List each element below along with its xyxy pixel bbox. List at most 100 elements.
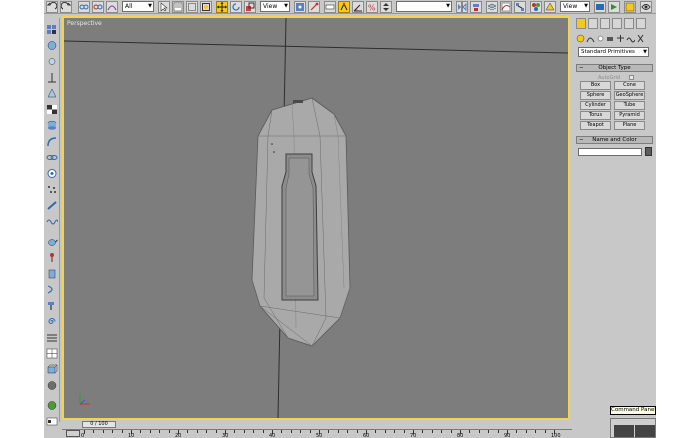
manipulate-icon[interactable]	[308, 1, 320, 13]
geosphere-button[interactable]: GeoSphere	[614, 91, 645, 100]
scale-icon[interactable]	[244, 1, 256, 13]
align-icon[interactable]	[470, 1, 482, 13]
display-tab-icon[interactable]	[624, 18, 634, 29]
render-production-icon[interactable]	[624, 1, 636, 13]
shapes-category-icon[interactable]	[586, 34, 595, 43]
pivot-icon[interactable]	[294, 1, 306, 13]
object-type-rollout-header[interactable]: − Object Type	[576, 64, 653, 72]
sphere-button[interactable]: Sphere	[580, 91, 611, 100]
geometry-category-icon[interactable]	[576, 34, 585, 43]
name-and-color-rollout-header[interactable]: − Name and Color	[576, 136, 653, 144]
create-geometry-icon[interactable]	[46, 24, 58, 35]
perspective-viewport[interactable]: Perspective	[62, 16, 570, 420]
systems-category-icon[interactable]	[636, 34, 645, 43]
reference-coord-dropdown[interactable]: View ▼	[260, 1, 290, 12]
window-crossing-icon[interactable]	[200, 1, 212, 13]
render-frame-icon[interactable]	[594, 1, 606, 13]
checker-icon[interactable]	[46, 104, 58, 115]
plane-button[interactable]: Plane	[614, 121, 645, 130]
link-chain-icon[interactable]	[46, 152, 58, 163]
named-selection-dropdown[interactable]: ▼	[396, 1, 452, 12]
mirror-icon[interactable]	[456, 1, 468, 13]
select-by-name-icon[interactable]	[172, 1, 184, 13]
cone-button[interactable]: Cone	[614, 81, 645, 90]
hierarchy-tab-icon[interactable]	[600, 18, 610, 29]
render-setup-icon[interactable]	[544, 1, 556, 13]
keyboard-shortcut-icon[interactable]	[324, 1, 336, 13]
torus-button[interactable]: Torus	[580, 111, 611, 120]
quick-render-icon[interactable]	[608, 1, 620, 13]
timeline-tick	[488, 430, 490, 433]
object-color-swatch[interactable]	[645, 147, 652, 156]
pyramid-button[interactable]: Pyramid	[614, 111, 645, 120]
time-slider[interactable]: 0 / 100	[82, 421, 116, 428]
unlink-icon[interactable]	[92, 1, 104, 13]
teapot-button[interactable]: Teapot	[580, 121, 611, 130]
motion-tab-icon[interactable]	[612, 18, 622, 29]
material-ball-icon[interactable]	[46, 380, 58, 391]
timeline-handle[interactable]	[66, 430, 80, 437]
redo-icon[interactable]	[60, 1, 72, 13]
timeline-tick	[516, 430, 518, 433]
active-shade-icon[interactable]	[640, 1, 652, 13]
primitive-category-dropdown[interactable]: Standard Primitives ▼	[578, 47, 649, 57]
angle-snap-icon[interactable]	[352, 1, 364, 13]
select-object-icon[interactable]	[158, 1, 170, 13]
spinner-snap-icon[interactable]	[380, 1, 392, 13]
tube-button[interactable]: Tube	[614, 101, 645, 110]
cylinder-stack-icon[interactable]	[46, 120, 58, 131]
cylinder-button[interactable]: Cylinder	[580, 101, 611, 110]
sphere-gizmo-icon[interactable]	[46, 168, 58, 179]
link-icon[interactable]	[78, 1, 90, 13]
space-warps-category-icon[interactable]	[626, 34, 635, 43]
pin-icon[interactable]	[46, 252, 58, 263]
undo-icon[interactable]	[46, 1, 58, 13]
timeline-tick	[309, 430, 311, 433]
twist-icon[interactable]	[46, 284, 58, 295]
box-icon[interactable]	[46, 364, 58, 375]
helper-icon[interactable]	[46, 72, 58, 83]
timeline-ruler[interactable]: 0 10 20 30 40 50 60 70 80 90 100	[62, 429, 572, 438]
box-button[interactable]: Box	[580, 81, 611, 90]
cylinder-icon[interactable]	[46, 268, 58, 279]
schematic-view-icon[interactable]	[514, 1, 526, 13]
mold-top-slot	[293, 100, 303, 103]
sphere-shape-icon[interactable]	[46, 40, 58, 51]
percent-snap-icon[interactable]: %	[366, 1, 378, 13]
teapot-icon[interactable]	[46, 236, 58, 247]
selection-filter-dropdown[interactable]: All ▼	[122, 1, 154, 12]
grid-icon[interactable]	[46, 348, 58, 359]
bend-icon[interactable]	[46, 136, 58, 147]
status-button-right[interactable]	[635, 425, 655, 437]
wave-icon[interactable]	[46, 216, 58, 227]
lines-icon[interactable]	[46, 332, 58, 343]
tag-icon[interactable]	[46, 416, 58, 427]
globe-icon[interactable]	[46, 400, 58, 411]
modify-tab-icon[interactable]	[588, 18, 598, 29]
object-name-input[interactable]	[578, 148, 642, 156]
light-icon[interactable]	[46, 56, 58, 67]
autogrid-checkbox[interactable]	[629, 75, 634, 80]
timeline-tick-label: 60	[363, 433, 370, 438]
bind-space-warp-icon[interactable]	[106, 1, 118, 13]
spiral-icon[interactable]	[46, 316, 58, 327]
helpers-category-icon[interactable]	[616, 34, 625, 43]
material-editor-icon[interactable]	[530, 1, 542, 13]
status-button-left[interactable]	[614, 425, 634, 437]
move-icon[interactable]	[216, 1, 228, 13]
space-warp-icon[interactable]	[46, 88, 58, 99]
create-tab-icon[interactable]	[576, 18, 586, 29]
cameras-category-icon[interactable]	[606, 34, 615, 43]
rect-region-icon[interactable]	[186, 1, 198, 13]
rotate-icon[interactable]	[230, 1, 242, 13]
curve-editor-icon[interactable]	[500, 1, 512, 13]
lights-category-icon[interactable]	[596, 34, 605, 43]
utilities-tab-icon[interactable]	[636, 18, 646, 29]
particle-icon[interactable]	[46, 184, 58, 195]
hammer-icon[interactable]	[46, 300, 58, 311]
render-view-dropdown[interactable]: View ▼	[560, 1, 590, 12]
bone-icon[interactable]	[46, 200, 58, 211]
collapse-icon: −	[579, 65, 584, 71]
layer-manager-icon[interactable]	[486, 1, 498, 13]
snap-3d-icon[interactable]	[338, 1, 350, 13]
